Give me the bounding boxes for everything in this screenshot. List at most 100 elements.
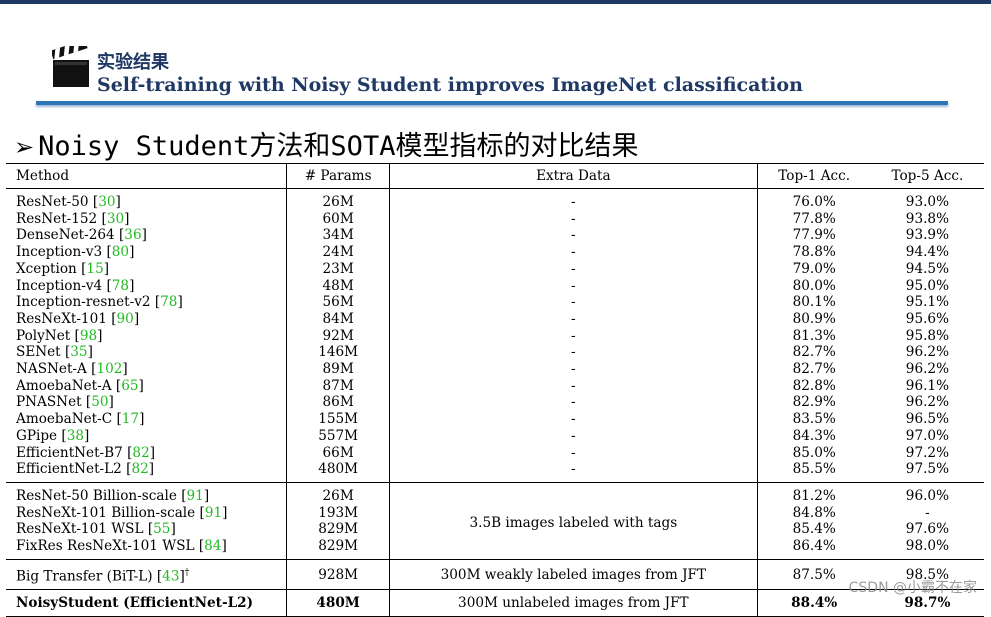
cell-method: ResNeXt-101 [90] <box>16 310 140 327</box>
cell-top1: 77.9% <box>756 227 871 245</box>
cell-params: 89M <box>286 361 390 378</box>
citation-ref[interactable]: 30 <box>98 194 115 210</box>
table-row: Inception-v4 [78] 48M -80.0% 95.0% <box>6 277 984 295</box>
comparison-table-wrap: Method # Params Extra Data Top-1 Acc. To… <box>6 163 984 617</box>
cell-top1: 84.8% <box>756 504 871 522</box>
table-row: Inception-v3 [80] 24M -78.8% 94.4% <box>6 244 984 261</box>
cell-top1: 79.0% <box>756 260 871 278</box>
citation-ref[interactable]: 15 <box>86 261 103 277</box>
cell-top1: 81.3% <box>756 327 871 345</box>
cell-top5: 97.0% <box>905 427 949 444</box>
cell-top5: 95.8% <box>905 327 949 344</box>
cell-extra-data: - <box>389 294 758 311</box>
cell-method: ResNet-152 [30] <box>16 210 130 227</box>
cell-top1: 81.2% <box>756 482 871 505</box>
cell-top5: 93.0% <box>905 194 949 210</box>
cell-top1: 82.9% <box>756 394 871 412</box>
citation-ref[interactable]: 82 <box>132 445 149 461</box>
citation-ref[interactable]: 55 <box>153 521 170 537</box>
cell-method: ResNet-50 [30] <box>16 194 121 210</box>
cell-top1: 86.4% <box>756 538 871 560</box>
citation-ref[interactable]: 43 <box>162 568 179 584</box>
table-row: SENet [35] 146M -82.7% 96.2% <box>6 344 984 362</box>
method-name: FixRes ResNeXt-101 WSL <box>16 538 195 555</box>
arrow-bullet-icon: ➢ <box>14 133 35 161</box>
method-name: EfficientNet-L2 <box>16 461 122 478</box>
citation-ref[interactable]: 90 <box>117 311 134 327</box>
citation-ref[interactable]: 82 <box>131 461 148 477</box>
cell-params: 829M <box>286 538 390 560</box>
method-name: NASNet-A <box>16 361 87 378</box>
cell-top1: 82.7% <box>756 344 871 362</box>
citation-ref[interactable]: 17 <box>122 411 139 427</box>
citation-ref[interactable]: 98 <box>80 328 97 344</box>
citation-ref[interactable]: 91 <box>187 488 204 504</box>
cell-extra-data: - <box>389 427 758 445</box>
cell-method: PolyNet [98] <box>16 327 103 344</box>
citation-ref[interactable]: 84 <box>204 538 221 554</box>
table-row: NASNet-A [102] 89M -82.7% 96.2% <box>6 361 984 378</box>
cell-extra-data: - <box>389 361 758 378</box>
cell-top5: 96.2% <box>905 394 949 411</box>
cell-top5: 96.0% <box>905 487 949 504</box>
cell-top1: 76.0% <box>756 188 871 211</box>
table-row: PolyNet [98] 92M -81.3% 95.8% <box>6 327 984 345</box>
cell-params: 87M <box>286 377 390 395</box>
method-name: ResNeXt-101 Billion-scale <box>16 504 196 521</box>
cell-top5: 93.8% <box>905 210 949 227</box>
citation-ref[interactable]: 50 <box>91 394 108 410</box>
cell-method: PNASNet [50] <box>16 394 114 411</box>
citation-ref[interactable]: 65 <box>121 378 138 394</box>
table-row: Big Transfer (BiT-L) [43]† 928M 300M weakl… <box>6 559 984 590</box>
cell-top1: 80.1% <box>756 294 871 311</box>
cell-params: 928M <box>286 559 390 590</box>
citation-ref[interactable]: 35 <box>70 344 87 360</box>
clapperboard-icon <box>52 46 89 87</box>
cell-top1: 85.0% <box>756 444 871 462</box>
cell-top5: 95.1% <box>905 294 949 311</box>
method-name: Inception-resnet-v2 <box>16 294 151 311</box>
cell-extra-data: 300M unlabeled images from JFT <box>389 589 758 617</box>
cell-method: GPipe [38] <box>16 427 90 444</box>
table-row: EfficientNet-B7 [82] 66M -85.0% 97.2% <box>6 444 984 462</box>
cell-top1: 82.8% <box>756 377 871 395</box>
table-row: AmoebaNet-A [65] 87M -82.8% 96.1% <box>6 377 984 395</box>
cell-top1: 77.8% <box>756 210 871 228</box>
citation-ref[interactable]: 36 <box>124 227 141 243</box>
cell-extra-data: - <box>389 327 758 345</box>
citation-ref[interactable]: 30 <box>107 211 124 227</box>
table-row: NoisyStudent (EfficientNet-L2) 480M 300M u… <box>6 589 984 617</box>
cell-params: 23M <box>286 260 390 278</box>
cell-extra-data: - <box>389 310 758 328</box>
citation-ref[interactable]: 38 <box>67 428 84 444</box>
citation-ref[interactable]: 102 <box>96 361 122 377</box>
cell-method: Inception-v3 [80] <box>16 244 135 261</box>
table-row: Inception-resnet-v2 [78] 56M -80.1% 95.1% <box>6 294 984 311</box>
cell-method: ResNet-50 Billion-scale [91] <box>16 487 210 504</box>
cell-params: 92M <box>286 327 390 345</box>
cell-extra-data-merged: 3.5B images labeled with tags <box>389 482 758 560</box>
cell-top1: 85.4% <box>756 521 871 539</box>
method-name: EfficientNet-B7 <box>16 444 123 461</box>
cell-method: ResNeXt-101 WSL [55] <box>16 521 176 538</box>
cell-params: 34M <box>286 227 390 245</box>
cell-params: 26M <box>286 188 390 211</box>
cell-method: SENet [35] <box>16 344 93 361</box>
citation-ref[interactable]: 91 <box>205 505 222 521</box>
section-title-en: Self-training with Noisy Student improve… <box>97 74 803 96</box>
cell-method: AmoebaNet-C [17] <box>16 411 145 428</box>
citation-ref[interactable]: 78 <box>112 278 129 294</box>
table-row: Xception [15] 23M -79.0% 94.5% <box>6 260 984 278</box>
citation-ref[interactable]: 78 <box>160 294 177 310</box>
method-name: Big Transfer (BiT-L) <box>16 568 153 585</box>
cell-method: AmoebaNet-A [65] <box>16 377 144 394</box>
cell-method: NoisyStudent (EfficientNet-L2) <box>6 590 287 617</box>
cell-extra-data: 300M weakly labeled images from JFT <box>389 559 758 590</box>
cell-method: DenseNet-264 [36] <box>16 227 147 244</box>
cell-params: 84M <box>286 310 390 328</box>
cell-params: 26M <box>286 482 390 505</box>
cell-method: NASNet-A [102] <box>16 361 128 378</box>
cell-top1: 83.5% <box>756 411 871 428</box>
citation-ref[interactable]: 80 <box>112 244 129 260</box>
cell-extra-data: - <box>389 188 758 211</box>
